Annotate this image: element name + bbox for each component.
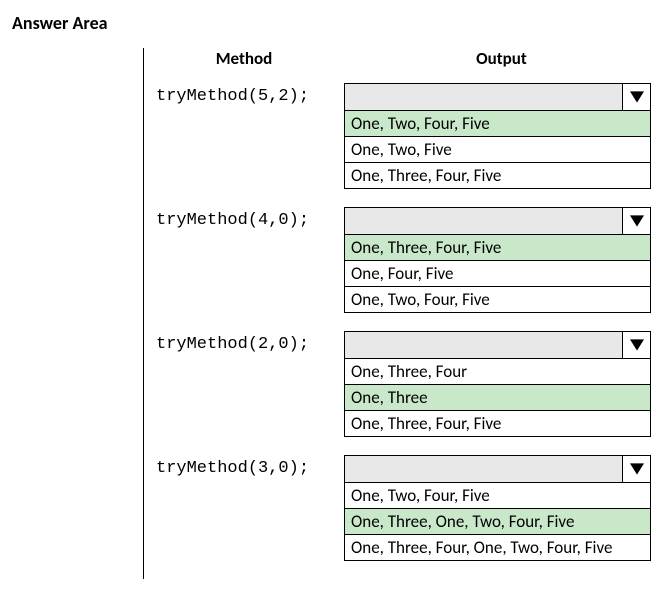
question-row: tryMethod(3,0); One, Two, Four, Five One…: [144, 455, 659, 561]
output-dropdown-group: One, Two, Four, Five One, Three, One, Tw…: [344, 455, 659, 561]
dropdown[interactable]: [344, 455, 651, 483]
left-spacer: [12, 48, 144, 579]
dropdown-option[interactable]: One, Two, Four, Five: [344, 483, 651, 509]
dropdown-option[interactable]: One, Two, Four, Five: [344, 287, 651, 313]
dropdown-option[interactable]: One, Three, Four, One, Two, Four, Five: [344, 535, 651, 561]
dropdown-arrow[interactable]: [622, 84, 650, 110]
dropdown-field[interactable]: [345, 332, 622, 358]
output-header: Output: [344, 48, 659, 69]
dropdown[interactable]: [344, 331, 651, 359]
dropdown-option[interactable]: One, Three, Four, Five: [344, 163, 651, 189]
content-area: Method Output tryMethod(5,2); One, Two, …: [12, 48, 659, 579]
dropdown-arrow[interactable]: [622, 208, 650, 234]
dropdown-option[interactable]: One, Three, Four: [344, 359, 651, 385]
header-row: Method Output: [144, 48, 659, 83]
question-row: tryMethod(4,0); One, Three, Four, Five O…: [144, 207, 659, 313]
dropdown-arrow[interactable]: [622, 456, 650, 482]
dropdown-option[interactable]: One, Three, Four, Five: [344, 235, 651, 261]
dropdown-option[interactable]: One, Four, Five: [344, 261, 651, 287]
output-dropdown-group: One, Three, Four One, Three One, Three, …: [344, 331, 659, 437]
chevron-down-icon: [630, 214, 644, 228]
question-row: tryMethod(2,0); One, Three, Four One, Th…: [144, 331, 659, 437]
dropdown[interactable]: [344, 207, 651, 235]
dropdown-field[interactable]: [345, 456, 622, 482]
method-header: Method: [144, 48, 344, 69]
chevron-down-icon: [630, 462, 644, 476]
dropdown[interactable]: [344, 83, 651, 111]
method-call: tryMethod(4,0);: [144, 207, 344, 313]
right-content: Method Output tryMethod(5,2); One, Two, …: [144, 48, 659, 579]
method-call: tryMethod(3,0);: [144, 455, 344, 561]
output-dropdown-group: One, Three, Four, Five One, Four, Five O…: [344, 207, 659, 313]
chevron-down-icon: [630, 338, 644, 352]
dropdown-option[interactable]: One, Two, Four, Five: [344, 111, 651, 137]
method-call: tryMethod(5,2);: [144, 83, 344, 189]
dropdown-field[interactable]: [345, 208, 622, 234]
method-call: tryMethod(2,0);: [144, 331, 344, 437]
dropdown-arrow[interactable]: [622, 332, 650, 358]
dropdown-option[interactable]: One, Three: [344, 385, 651, 411]
page-title: Answer Area: [12, 12, 659, 34]
dropdown-option[interactable]: One, Three, One, Two, Four, Five: [344, 509, 651, 535]
dropdown-field[interactable]: [345, 84, 622, 110]
chevron-down-icon: [630, 90, 644, 104]
question-row: tryMethod(5,2); One, Two, Four, Five One…: [144, 83, 659, 189]
dropdown-option[interactable]: One, Three, Four, Five: [344, 411, 651, 437]
output-dropdown-group: One, Two, Four, Five One, Two, Five One,…: [344, 83, 659, 189]
dropdown-option[interactable]: One, Two, Five: [344, 137, 651, 163]
